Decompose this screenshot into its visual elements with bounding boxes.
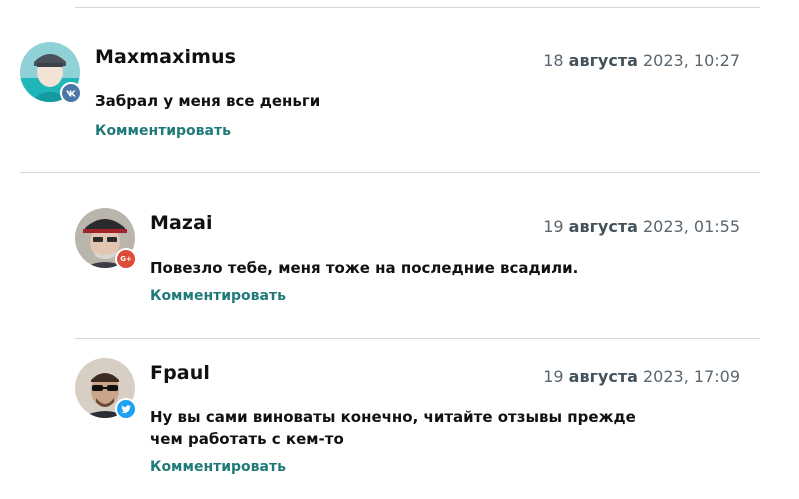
comment-author[interactable]: Fpaul: [150, 362, 210, 384]
date-month: августа: [568, 217, 638, 236]
comment-reply-link[interactable]: Комментировать: [150, 459, 286, 475]
comment-author[interactable]: Mazai: [150, 212, 213, 234]
date-day: 19: [543, 367, 564, 386]
date-month: августа: [568, 51, 638, 70]
comment-reply-link[interactable]: Комментировать: [150, 288, 286, 304]
google-plus-icon: G+: [115, 248, 137, 270]
date-day: 18: [543, 51, 564, 70]
comment-date: 18 августа 2023, 10:27: [543, 51, 740, 70]
comment-date: 19 августа 2023, 17:09: [543, 367, 740, 386]
avatar[interactable]: [20, 42, 82, 104]
date-month: августа: [568, 367, 638, 386]
divider-top: [75, 7, 760, 8]
divider: [75, 338, 760, 339]
comment-date: 19 августа 2023, 01:55: [543, 217, 740, 236]
date-rest: 2023, 17:09: [643, 367, 740, 386]
comment-text: Ну вы сами виноваты конечно, читайте отз…: [150, 408, 636, 448]
comment-item: G+ Mazai 19 августа 2023, 01:55 Повезло …: [75, 208, 740, 318]
date-day: 19: [543, 217, 564, 236]
date-rest: 2023, 01:55: [643, 217, 740, 236]
comment-text: Повезло тебе, меня тоже на последние вса…: [150, 259, 579, 277]
date-rest: 2023, 10:27: [643, 51, 740, 70]
comment-text: Забрал у меня все деньги: [95, 92, 321, 110]
divider: [20, 172, 760, 173]
comment-item: Maxmaximus 18 августа 2023, 10:27 Забрал…: [20, 42, 740, 152]
comment-author[interactable]: Maxmaximus: [95, 46, 236, 68]
twitter-icon: [115, 398, 137, 420]
comment-reply-link[interactable]: Комментировать: [95, 123, 231, 139]
avatar[interactable]: G+: [75, 208, 137, 270]
avatar[interactable]: [75, 358, 137, 420]
vk-icon: [60, 82, 82, 104]
comment-item: Fpaul 19 августа 2023, 17:09 Ну вы сами …: [75, 358, 740, 488]
